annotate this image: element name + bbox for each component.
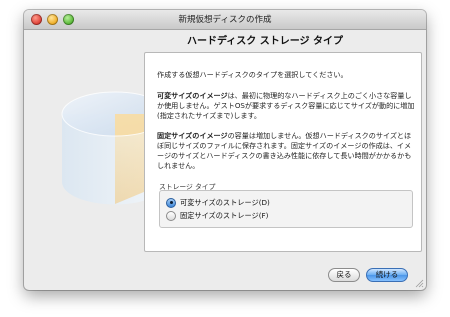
fixed-description: 固定サイズのイメージの容量は増加しません。仮想ハードディスクのサイズとほぼ同じサ…	[157, 131, 415, 171]
wizard-window: 新規仮想ディスクの作成 ハードディスク ストレージ タイプ 作成する仮想ハードデ…	[24, 10, 426, 290]
fixed-storage-radio[interactable]	[166, 210, 176, 221]
title-bar: 新規仮想ディスクの作成	[24, 10, 426, 30]
fixed-term: 固定サイズのイメージ	[157, 131, 228, 140]
fixed-storage-label[interactable]: 固定サイズのストレージ(F)	[180, 211, 268, 221]
resize-grip-icon[interactable]	[415, 279, 424, 288]
dynamic-storage-radio[interactable]	[166, 197, 176, 208]
back-button[interactable]: 戻る	[328, 268, 360, 282]
dynamic-storage-option[interactable]: 可変サイズのストレージ(D)	[166, 197, 270, 208]
dynamic-description: 可変サイズのイメージは、最初に物理的なハードディスク上のごく小さな容量しか使用し…	[157, 91, 415, 121]
intro-text: 作成する仮想ハードディスクのタイプを選択してください。	[157, 70, 348, 79]
page-title: ハードディスク ストレージ タイプ	[186, 36, 344, 47]
fixed-storage-option[interactable]: 固定サイズのストレージ(F)	[166, 210, 268, 221]
continue-button[interactable]: 続ける	[366, 268, 408, 282]
dynamic-term: 可変サイズのイメージ	[157, 91, 228, 100]
description-panel: 作成する仮想ハードディスクのタイプを選択してください。 可変サイズのイメージは、…	[144, 52, 422, 252]
window-title: 新規仮想ディスクの作成	[178, 15, 272, 25]
dynamic-storage-label[interactable]: 可変サイズのストレージ(D)	[180, 198, 270, 208]
storage-type-group: 可変サイズのストレージ(D) 固定サイズのストレージ(F)	[159, 190, 413, 228]
